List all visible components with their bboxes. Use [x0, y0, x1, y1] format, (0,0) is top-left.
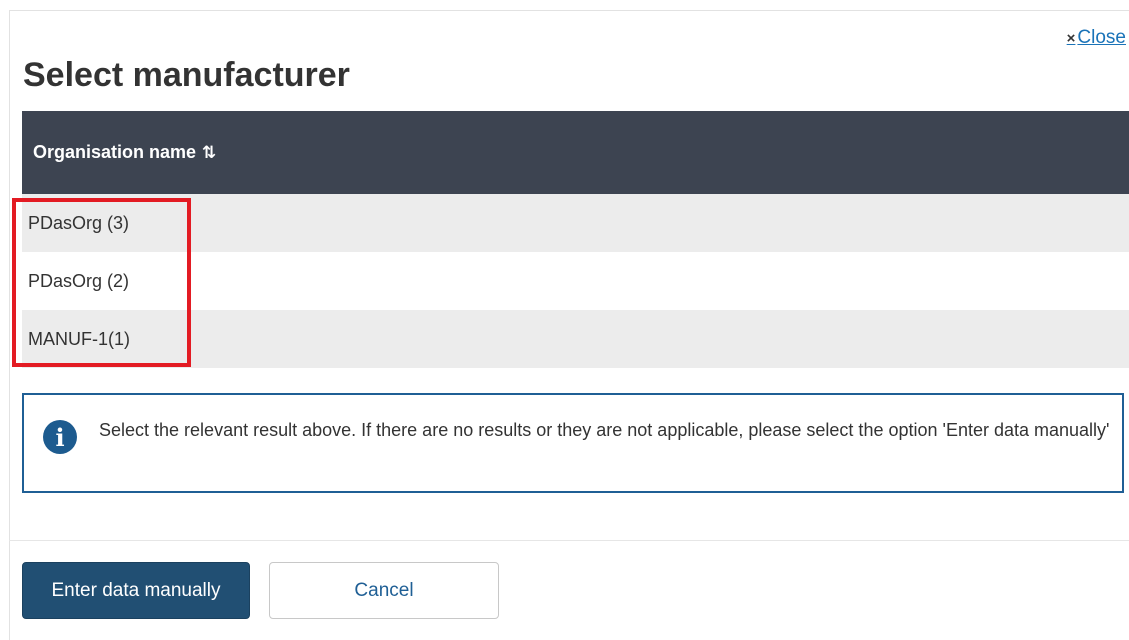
organisation-name-cell: PDasOrg (2)	[28, 270, 130, 291]
organisation-name-cell: MANUF-1(1)	[28, 328, 130, 349]
info-message-text: Select the relevant result above. If the…	[99, 420, 1110, 440]
column-header-organisation-name[interactable]: Organisation name ⇅	[22, 111, 1129, 194]
close-icon: ×	[1066, 29, 1076, 47]
close-link[interactable]: × Close	[1067, 27, 1126, 49]
select-manufacturer-dialog: × Close Select manufacturer Organisation…	[0, 0, 1129, 640]
organisation-table: Organisation name ⇅ PDasOrg (3) PDasOrg …	[22, 111, 1129, 368]
close-label: Close	[1077, 27, 1126, 48]
dialog-title: Select manufacturer	[23, 56, 350, 94]
dialog-left-border	[9, 10, 10, 640]
enter-data-manually-button[interactable]: Enter data manually	[22, 562, 250, 619]
organisation-name-cell: PDasOrg (3)	[28, 212, 130, 233]
table-row[interactable]: PDasOrg (3)	[22, 194, 1129, 252]
info-icon: i	[43, 420, 77, 454]
dialog-top-border	[9, 10, 1129, 11]
table-row[interactable]: MANUF-1(1)	[22, 310, 1129, 368]
info-message-box: i Select the relevant result above. If t…	[22, 393, 1124, 493]
sort-icon[interactable]: ⇅	[202, 143, 216, 163]
table-row[interactable]: PDasOrg (2)	[22, 252, 1129, 310]
footer-divider	[9, 540, 1129, 541]
cancel-button[interactable]: Cancel	[269, 562, 499, 619]
column-header-label: Organisation name	[33, 142, 197, 162]
